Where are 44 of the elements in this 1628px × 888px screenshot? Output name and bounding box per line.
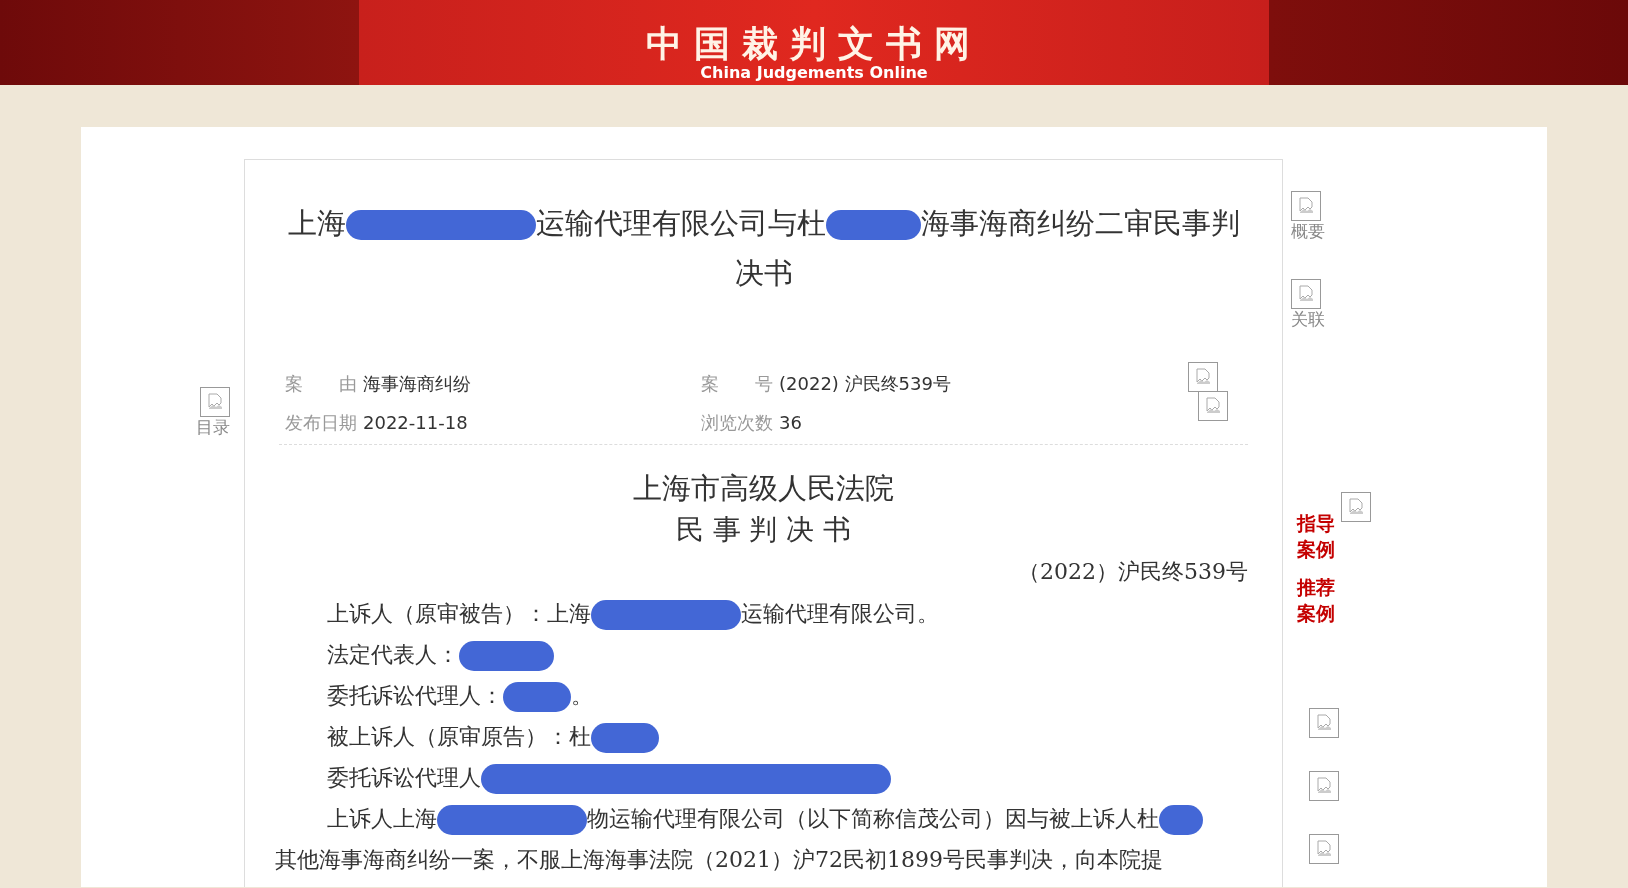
field-label: 发布日期	[285, 412, 357, 433]
title-text: 海事海商纠纷二审民事判	[920, 206, 1240, 240]
body-text: 被上诉人（原审原告）：杜	[327, 724, 591, 749]
case-link[interactable]: 推荐案例	[1297, 573, 1337, 626]
title-text: 运输代理有限公司与杜	[535, 206, 826, 240]
site-logo-text: 中国裁判文书网	[646, 25, 982, 63]
body-text: 委托诉讼代理人	[327, 765, 481, 790]
body-text: 其他海事海商纠纷一案，不服上海海事法院（2021）沪72民初1899号民事判决，向本院提	[275, 847, 1163, 872]
nav-label[interactable]: 关联	[1291, 309, 1325, 330]
field-value: 2022-11-18	[363, 412, 468, 433]
broken-image-icon[interactable]	[1188, 362, 1218, 392]
body-text: 法定代表人：	[327, 642, 459, 667]
field-label: 案 号	[701, 373, 773, 394]
court-name: 上海市高级人民法院	[632, 470, 895, 507]
body-text: 物运输代理有限公司（以下简称信茂公司）因与被上诉人杜	[587, 806, 1159, 831]
field-label: 浏览次数	[701, 412, 773, 433]
case-number: （2022）沪民终539号	[1017, 558, 1248, 586]
body-text: 委托诉讼代理人：	[327, 683, 503, 708]
body-text: 运输代理有限公司。	[741, 601, 939, 626]
nav-label[interactable]: 概要	[1291, 221, 1325, 242]
redaction-mark	[591, 723, 659, 753]
document-type: 民 事 判 决 书	[674, 512, 853, 548]
broken-image-icon[interactable]	[1291, 191, 1321, 221]
field-value: (2022) 沪民终539号	[779, 373, 951, 394]
body-text: 上诉人（原审被告）：上海	[327, 601, 591, 626]
broken-image-icon[interactable]	[1291, 279, 1321, 310]
broken-image-icon[interactable]	[1309, 770, 1339, 801]
field-label: 案 由	[285, 373, 357, 394]
title-text: 决书	[734, 256, 793, 290]
redaction-mark	[1159, 805, 1203, 835]
broken-image-icon[interactable]	[1309, 707, 1339, 738]
broken-image-icon[interactable]	[1309, 833, 1339, 864]
field-value: 36	[779, 412, 802, 433]
site-logo-subtitle: China Judgements Online	[700, 62, 928, 82]
case-link[interactable]: 指导案例	[1297, 509, 1337, 562]
title-text: 上海	[287, 206, 346, 240]
broken-image-icon[interactable]	[200, 387, 230, 417]
body-text: 。	[571, 683, 593, 708]
broken-image-icon[interactable]	[1340, 491, 1371, 522]
redaction-mark	[503, 682, 571, 712]
broken-image-icon[interactable]	[1198, 391, 1228, 421]
body-text: 上诉人上海	[327, 806, 437, 831]
field-value: 海事海商纠纷	[363, 373, 471, 394]
nav-label[interactable]: 目录	[196, 417, 230, 438]
